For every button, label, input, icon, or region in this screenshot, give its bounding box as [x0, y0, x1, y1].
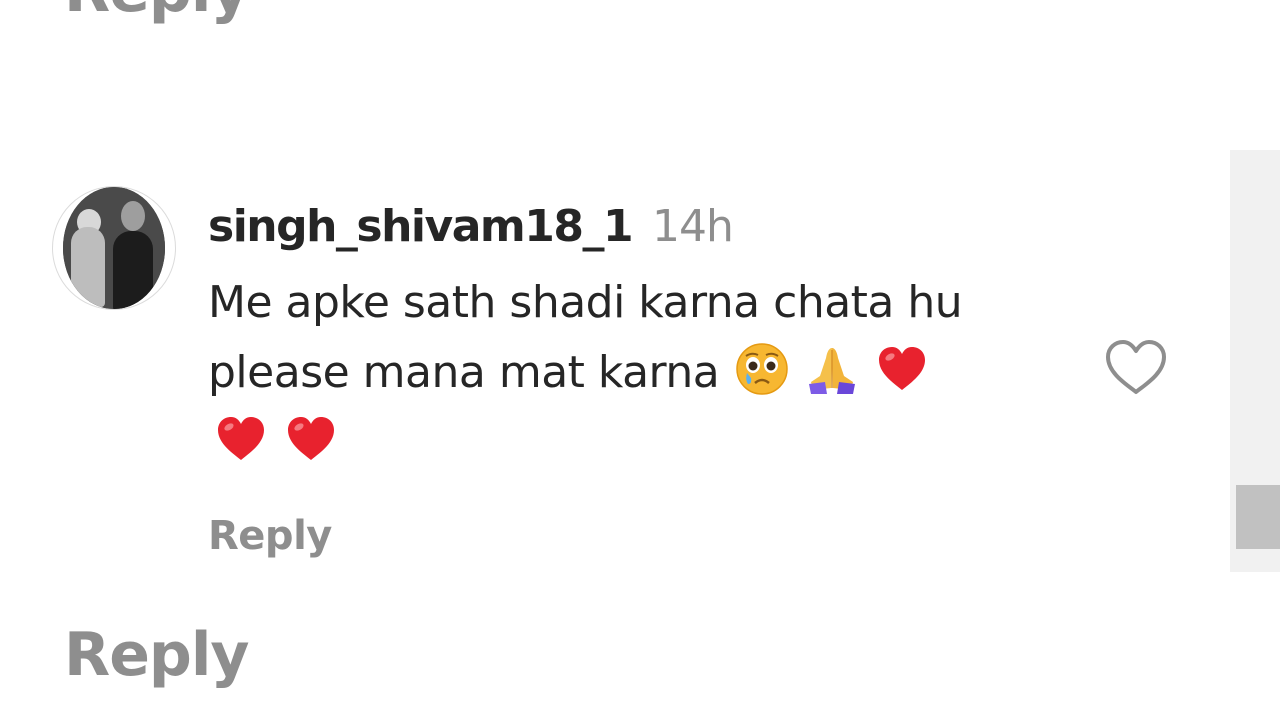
comment-text-line-1: Me apke sath shadi karna chata hu: [208, 277, 963, 328]
comment-reply-link[interactable]: Reply: [208, 512, 332, 560]
comment-text: Me apke sath shadi karna chata hu please…: [208, 268, 1088, 478]
comment-timestamp[interactable]: 14h: [652, 200, 734, 254]
heart-outline-icon[interactable]: [1104, 338, 1168, 396]
comment-text-line-3: [208, 408, 1088, 478]
scrollbar-thumb[interactable]: [1236, 485, 1280, 549]
avatar-photo: [63, 187, 165, 309]
comment-text-line-2: please mana mat karna: [208, 338, 1088, 408]
red-heart-emoji: [879, 347, 926, 390]
red-heart-emoji: [288, 417, 334, 460]
reply-link-next[interactable]: Reply: [64, 620, 250, 690]
avatar[interactable]: [52, 186, 176, 310]
reply-link-previous[interactable]: Reply: [64, 0, 250, 26]
comment-text-line-2-text: please mana mat karna: [208, 347, 720, 398]
comment-username[interactable]: singh_shivam18_1: [208, 200, 634, 254]
comments-page: Reply singh_shivam18_1 14h Me apke sath …: [0, 0, 1280, 720]
crying-face-emoji: [736, 343, 788, 395]
red-heart-emoji: [218, 417, 264, 460]
praying-hands-emoji: [809, 348, 856, 394]
